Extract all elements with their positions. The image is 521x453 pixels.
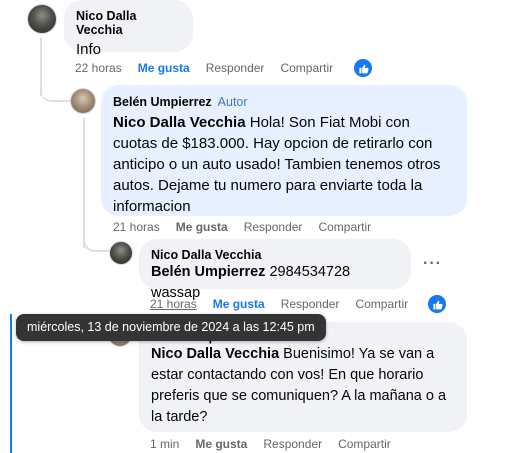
comment-text: Info [76,41,102,58]
mention-link[interactable]: Nico Dalla Vecchia [151,346,279,362]
comment-bubble: Nico Dalla Vecchia Belén Umpierrez 29845… [139,239,411,301]
comment-author[interactable]: Nico Dalla Vecchia [151,248,399,262]
like-button[interactable]: Me gusta [195,437,247,451]
comment-bubble: Nico Dalla Vecchia Info [64,0,193,58]
share-button[interactable]: Compartir [338,437,391,451]
like-reaction-icon[interactable] [426,293,448,315]
comment-bubble: Belén Umpierrez Autor Nico Dalla Vecchia … [101,85,467,216]
like-button[interactable]: Me gusta [176,220,228,234]
share-button[interactable]: Compartir [280,61,333,75]
comment-author[interactable]: Nico Dalla Vecchia [76,9,181,37]
active-thread-indicator [10,314,12,453]
timestamp-tooltip: miércoles, 13 de noviembre de 2024 a las… [16,314,326,341]
comment-actions: 21 horas Me gusta Responder Compartir [113,220,387,234]
comment-actions: 22 horas Me gusta Responder Compartir [75,61,349,75]
avatar[interactable] [27,4,57,34]
comment-timestamp[interactable]: 21 horas [150,297,197,311]
reply-button[interactable]: Responder [281,297,340,311]
share-button[interactable]: Compartir [318,220,371,234]
thread-line [83,118,85,248]
share-button[interactable]: Compartir [355,297,408,311]
thread-connector [40,78,70,102]
more-options-icon[interactable]: ··· [423,255,442,273]
reply-button[interactable]: Responder [244,220,303,234]
comment-timestamp[interactable]: 1 min [150,437,179,451]
reply-button[interactable]: Responder [263,437,322,451]
author-badge: Autor [217,95,248,109]
like-reaction-icon[interactable] [352,57,374,79]
like-button[interactable]: Me gusta [138,61,190,75]
comment-timestamp[interactable]: 22 horas [75,61,122,75]
like-button[interactable]: Me gusta [213,297,265,311]
mention-link[interactable]: Belén Umpierrez [151,264,265,280]
avatar[interactable] [70,88,96,114]
comment-actions: 21 horas Me gusta Responder Compartir [150,297,424,311]
comment-actions: 1 min Me gusta Responder Compartir [150,437,407,451]
avatar[interactable] [109,241,133,265]
comment-author[interactable]: Belén Umpierrez [113,95,212,109]
thread-connector [83,232,109,252]
reply-button[interactable]: Responder [206,61,265,75]
mention-link[interactable]: Nico Dalla Vecchia [113,114,246,131]
comment-timestamp[interactable]: 21 horas [113,220,160,234]
